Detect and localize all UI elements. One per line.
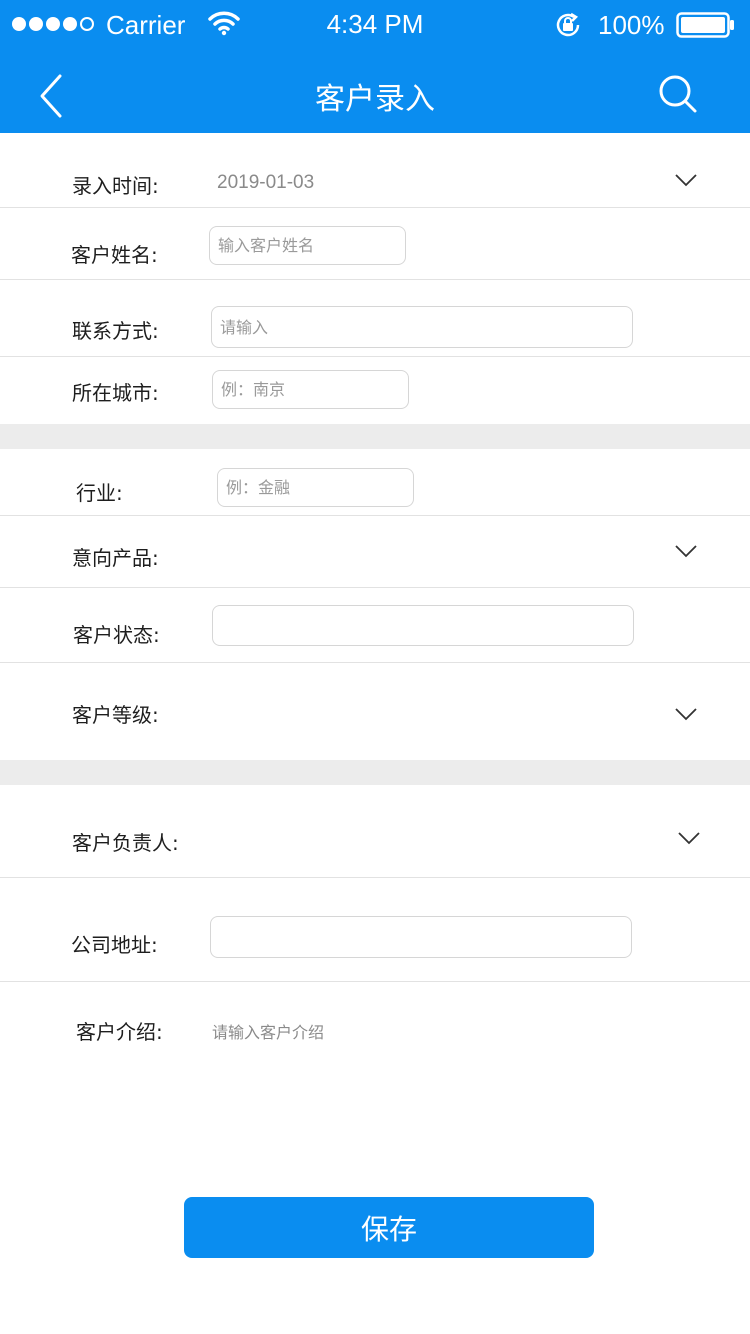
intended-product-label: 意向产品: bbox=[72, 546, 159, 570]
rotation-lock-icon bbox=[556, 12, 580, 37]
industry-input[interactable] bbox=[217, 468, 414, 507]
city-label: 所在城市: bbox=[72, 381, 159, 405]
city-input[interactable] bbox=[212, 370, 409, 409]
intended-product-row[interactable]: 意向产品: bbox=[0, 516, 750, 587]
customer-name-label: 客户姓名: bbox=[71, 243, 158, 267]
city-row: 所在城市: bbox=[0, 357, 750, 424]
customer-owner-label: 客户负责人: bbox=[72, 831, 179, 855]
section-separator bbox=[0, 760, 750, 785]
company-address-label: 公司地址: bbox=[71, 933, 158, 957]
battery-percent: 100% bbox=[598, 10, 665, 40]
app-header: Carrier 4:34 PM 100% 客户录入 bbox=[0, 0, 750, 133]
company-address-row: 公司地址: bbox=[0, 878, 750, 981]
customer-level-row[interactable]: 客户等级: bbox=[0, 663, 750, 760]
page-title: 客户录入 bbox=[315, 82, 435, 117]
customer-name-input[interactable] bbox=[209, 226, 406, 265]
customer-intro-input[interactable]: 请输入客户介绍 bbox=[212, 1019, 324, 1043]
customer-intro-row: 客户介绍: 请输入客户介绍 bbox=[0, 982, 750, 1162]
chevron-down-icon[interactable] bbox=[674, 707, 698, 721]
section-separator bbox=[0, 424, 750, 449]
entry-time-row[interactable]: 录入时间: 2019-01-03 bbox=[0, 133, 750, 208]
entry-time-value: 2019-01-03 bbox=[217, 172, 315, 193]
chevron-down-icon[interactable] bbox=[674, 173, 698, 187]
contact-label: 联系方式: bbox=[72, 319, 159, 343]
status-bar: Carrier 4:34 PM 100% bbox=[0, 0, 750, 50]
company-address-input[interactable] bbox=[210, 916, 632, 958]
contact-input[interactable] bbox=[211, 306, 633, 348]
save-button[interactable]: 保存 bbox=[184, 1197, 594, 1258]
customer-intro-label: 客户介绍: bbox=[76, 1020, 163, 1044]
customer-level-label: 客户等级: bbox=[72, 703, 159, 727]
customer-status-label: 客户状态: bbox=[73, 623, 160, 647]
chevron-down-icon[interactable] bbox=[677, 831, 701, 845]
industry-row: 行业: bbox=[0, 449, 750, 515]
customer-status-input[interactable] bbox=[212, 605, 634, 646]
entry-time-label: 录入时间: bbox=[72, 174, 159, 198]
battery-icon bbox=[676, 12, 734, 38]
search-icon[interactable] bbox=[656, 72, 700, 116]
contact-row: 联系方式: bbox=[0, 280, 750, 357]
chevron-down-icon[interactable] bbox=[674, 544, 698, 558]
customer-status-row: 客户状态: bbox=[0, 588, 750, 662]
nav-bar: 客户录入 bbox=[0, 50, 750, 133]
customer-owner-row[interactable]: 客户负责人: bbox=[0, 785, 750, 877]
customer-name-row: 客户姓名: bbox=[0, 208, 750, 280]
industry-label: 行业: bbox=[76, 481, 123, 505]
